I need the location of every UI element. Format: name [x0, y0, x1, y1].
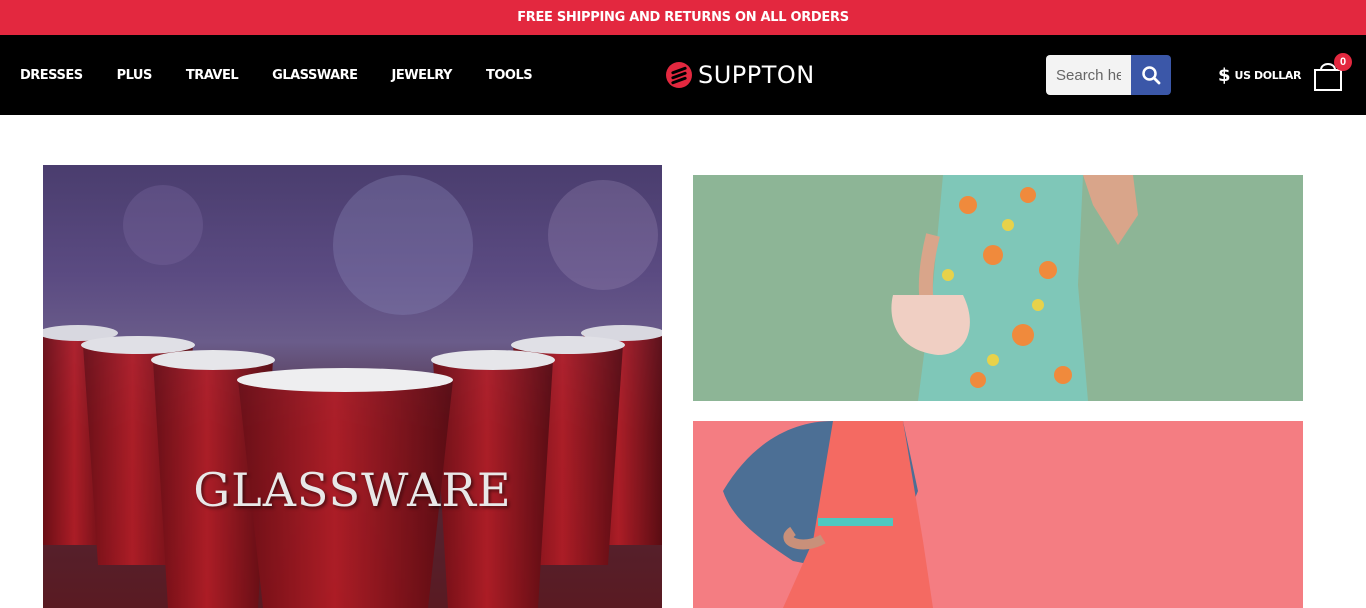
site-header: DRESSES PLUS TRAVEL GLASSWARE JEWELRY TO… — [0, 35, 1366, 115]
glassware-banner-image — [43, 175, 662, 608]
glassware-banner-title: GLASSWARE — [193, 463, 512, 517]
search-bar — [1046, 55, 1171, 95]
search-icon — [1142, 66, 1161, 85]
promo-text: FREE SHIPPING AND RETURNS ON ALL ORDERS — [517, 10, 849, 25]
search-input[interactable] — [1046, 55, 1131, 95]
pink-banner-image — [723, 421, 933, 608]
nav-item-tools[interactable]: TOOLS — [486, 68, 533, 83]
currency-symbol: $ — [1218, 64, 1231, 86]
cart-count-badge: 0 — [1334, 53, 1352, 71]
nav-item-travel[interactable]: TRAVEL — [186, 68, 239, 83]
logo-text: SUPPTON — [698, 61, 815, 89]
suppton-logo-mark-icon — [666, 62, 692, 88]
promo-bar: FREE SHIPPING AND RETURNS ON ALL ORDERS — [0, 0, 1366, 35]
nav-item-jewelry[interactable]: JEWELRY — [392, 68, 453, 83]
dress-banner[interactable] — [693, 175, 1303, 401]
main-nav: DRESSES PLUS TRAVEL GLASSWARE JEWELRY TO… — [20, 35, 566, 115]
nav-item-dresses[interactable]: DRESSES — [20, 68, 83, 83]
search-button[interactable] — [1131, 55, 1171, 95]
nav-item-glassware[interactable]: GLASSWARE — [272, 68, 358, 83]
nav-item-plus[interactable]: PLUS — [117, 68, 153, 83]
cart-button[interactable]: 0 — [1312, 53, 1352, 93]
dress-banner-image — [891, 175, 1138, 401]
currency-label: US DOLLAR — [1234, 68, 1302, 82]
site-logo[interactable]: SUPPTON — [666, 60, 815, 90]
glassware-banner[interactable]: GLASSWARE — [43, 165, 662, 608]
currency-selector[interactable]: $ US DOLLAR — [1218, 63, 1302, 87]
pink-banner[interactable] — [693, 421, 1303, 608]
